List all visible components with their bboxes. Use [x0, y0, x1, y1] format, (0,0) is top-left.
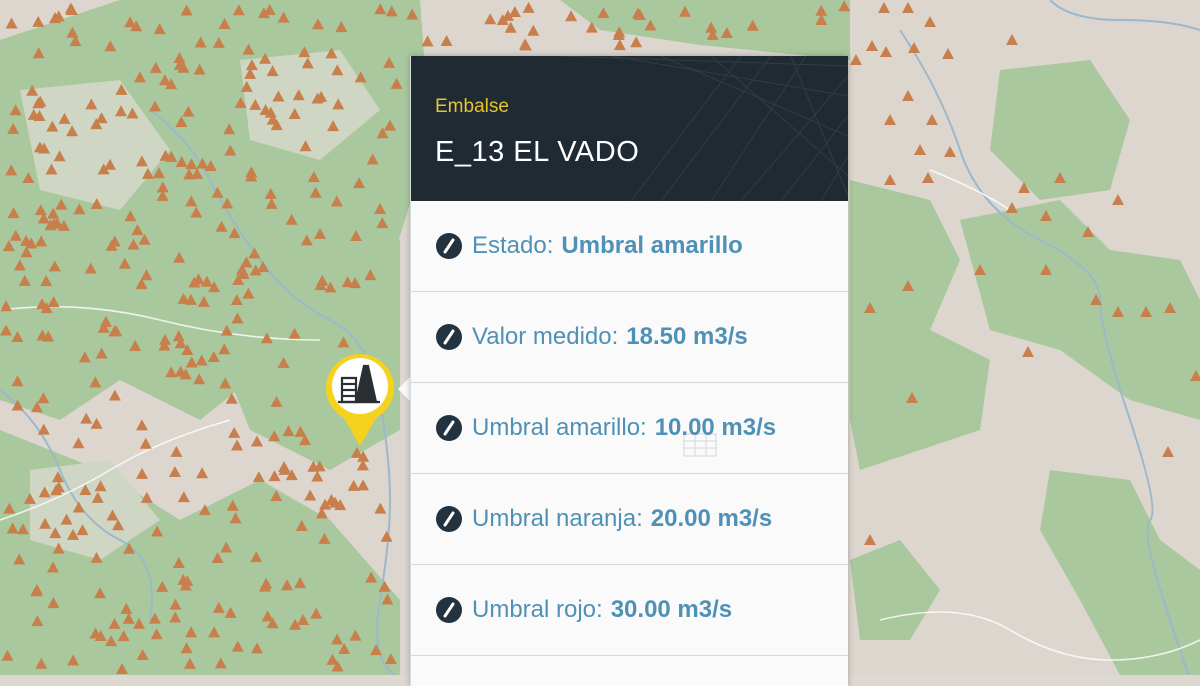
popup-row-umbral-naranja: Umbral naranja: 20.00 m3/s	[411, 474, 848, 565]
row-label: Umbral naranja:	[472, 505, 643, 532]
gauge-icon	[436, 324, 462, 350]
row-label: Umbral amarillo:	[472, 414, 647, 441]
row-label: Estado:	[472, 232, 554, 259]
popup-title: E_13 EL VADO	[435, 136, 640, 168]
reservoir-marker[interactable]	[324, 350, 396, 448]
header-pattern	[560, 56, 848, 201]
reservoir-popup: Embalse E_13 EL VADO Estado: Umbral amar…	[410, 56, 848, 686]
row-value: 10.00 m3/s	[654, 414, 777, 441]
popup-pointer	[398, 377, 410, 401]
row-label: Valor medido:	[472, 323, 619, 350]
row-value: 20.00 m3/s	[650, 505, 773, 532]
popup-row-umbral-rojo: Umbral rojo: 30.00 m3/s	[411, 565, 848, 656]
row-value: 30.00 m3/s	[610, 596, 733, 623]
popup-header: Embalse E_13 EL VADO	[411, 56, 848, 201]
row-label: Umbral rojo:	[472, 596, 603, 623]
popup-row-valor-medido: Valor medido: 18.50 m3/s	[411, 292, 848, 383]
popup-row-umbral-amarillo: Umbral amarillo: 10.00 m3/s	[411, 383, 848, 474]
gauge-icon	[436, 415, 462, 441]
row-value: 18.50 m3/s	[626, 323, 748, 350]
popup-row-estado: Estado: Umbral amarillo	[411, 201, 848, 292]
gauge-icon	[436, 506, 462, 532]
popup-type-label: Embalse	[435, 96, 509, 117]
row-value: Umbral amarillo	[561, 232, 743, 259]
popup-rows: Estado: Umbral amarillo Valor medido: 18…	[411, 201, 848, 656]
gauge-icon	[436, 233, 462, 259]
gauge-icon	[436, 597, 462, 623]
